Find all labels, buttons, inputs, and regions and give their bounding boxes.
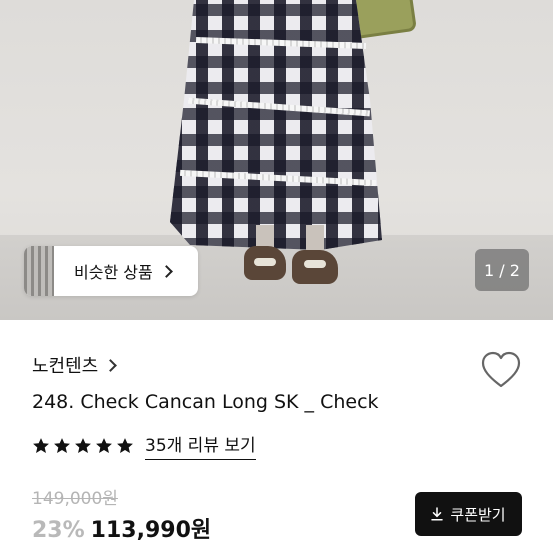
coupon-download-button[interactable]: 쿠폰받기 [415,492,522,536]
brand-name: 노컨텐츠 [32,356,99,377]
shoe [292,250,338,284]
chevron-right-icon [104,358,118,372]
star-icon [117,437,133,453]
rating-row: 35개 리뷰 보기 [32,431,256,460]
star-icon [54,437,70,453]
image-page-indicator: 1 / 2 [475,249,529,291]
similar-products-button[interactable]: 비슷한 상품 [24,246,198,296]
chevron-right-icon [159,264,173,278]
star-icon [96,437,112,453]
product-image[interactable]: 비슷한 상품 1 / 2 [0,0,553,320]
product-title: 248. Check Cancan Long SK _ Check [32,391,379,413]
shoe [244,246,286,280]
original-price: 149,000원 [32,489,118,509]
discount-rate: 23% [32,518,85,543]
sale-price: 113,990원 [90,518,212,543]
price-row: 23% 113,990원 [32,512,211,544]
star-rating [32,437,134,455]
similar-products-label: 비슷한 상품 [74,263,153,282]
brand-link[interactable]: 노컨텐츠 [32,352,118,378]
coupon-label: 쿠폰받기 [450,505,506,524]
similar-products-thumbnail [24,246,54,296]
heart-outline-icon[interactable] [481,351,521,389]
download-icon [431,507,444,521]
star-icon [33,437,49,453]
star-icon [75,437,91,453]
review-link[interactable]: 35개 리뷰 보기 [145,431,256,460]
